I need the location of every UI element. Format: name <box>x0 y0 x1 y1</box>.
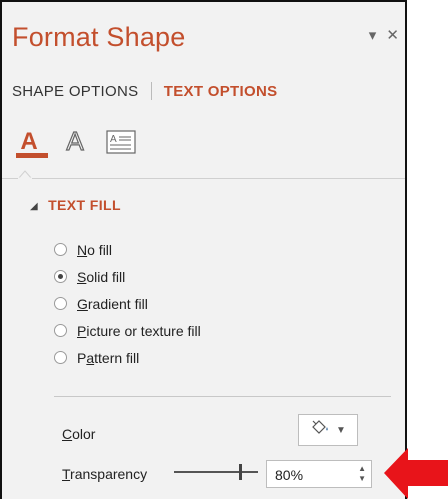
radio-picture-or-texture-fill[interactable]: Picture or texture fill <box>54 317 201 344</box>
active-tab-caret <box>18 170 32 179</box>
section-divider <box>54 396 391 397</box>
radio-button[interactable] <box>54 324 67 337</box>
color-label: Color <box>62 426 96 442</box>
callout-arrow-icon <box>384 448 448 499</box>
radio-button[interactable] <box>54 243 67 256</box>
chevron-down-icon: ▼ <box>336 424 346 436</box>
text-effects-icon[interactable]: A <box>58 120 92 154</box>
text-effects-glyph: A <box>66 126 85 156</box>
tab-shape-options[interactable]: SHAPE OPTIONS <box>12 83 138 100</box>
fill-options: No fill Solid fill Gradient fill Picture… <box>54 236 201 371</box>
radio-label: No fill <box>77 241 113 258</box>
textbox-icon[interactable]: A <box>104 120 138 154</box>
tab-separator <box>150 82 152 100</box>
transparency-label: Transparency <box>62 466 148 482</box>
radio-gradient-fill[interactable]: Gradient fill <box>54 290 201 317</box>
color-picker-button[interactable]: ▼ <box>298 414 358 446</box>
section-label: TEXT FILL <box>48 197 121 213</box>
radio-button[interactable] <box>54 297 67 310</box>
pane-header-buttons: ▾ ✕ <box>363 26 399 44</box>
slider-thumb[interactable] <box>239 464 243 480</box>
tab-separator-line <box>2 178 405 179</box>
spinner-arrows-icon[interactable]: ▲ ▼ <box>358 464 366 484</box>
radio-label: Pattern fill <box>77 349 140 366</box>
tab-text-options[interactable]: TEXT OPTIONS <box>164 83 278 100</box>
radio-label: Picture or texture fill <box>77 322 201 339</box>
options-tabs: SHAPE OPTIONS TEXT OPTIONS <box>12 82 277 100</box>
radio-button-selected[interactable] <box>54 270 67 283</box>
transparency-slider[interactable] <box>174 464 258 480</box>
radio-label: Gradient fill <box>77 295 148 312</box>
fill-color-bar <box>16 153 48 158</box>
radio-pattern-fill[interactable]: Pattern fill <box>54 344 201 371</box>
format-shape-pane: Format Shape ▾ ✕ SHAPE OPTIONS TEXT OPTI… <box>0 0 407 499</box>
radio-label: Solid fill <box>77 268 126 285</box>
text-fill-section-header[interactable]: ◢ TEXT FILL <box>30 197 121 213</box>
close-icon[interactable]: ✕ <box>386 26 399 44</box>
pane-title: Format Shape <box>12 22 186 52</box>
radio-no-fill[interactable]: No fill <box>54 236 201 263</box>
radio-button[interactable] <box>54 351 67 364</box>
dropdown-arrow-icon[interactable]: ▾ <box>369 26 377 44</box>
transparency-value: 80% <box>275 467 304 483</box>
text-fill-outline-glyph: A <box>20 128 38 155</box>
collapse-triangle-icon: ◢ <box>30 201 39 212</box>
svg-text:A: A <box>110 134 117 145</box>
transparency-spinner[interactable]: 80% ▲ ▼ <box>266 460 372 488</box>
text-fill-outline-icon[interactable]: A <box>12 120 48 158</box>
radio-solid-fill[interactable]: Solid fill <box>54 263 201 290</box>
paint-bucket-icon <box>310 419 330 442</box>
